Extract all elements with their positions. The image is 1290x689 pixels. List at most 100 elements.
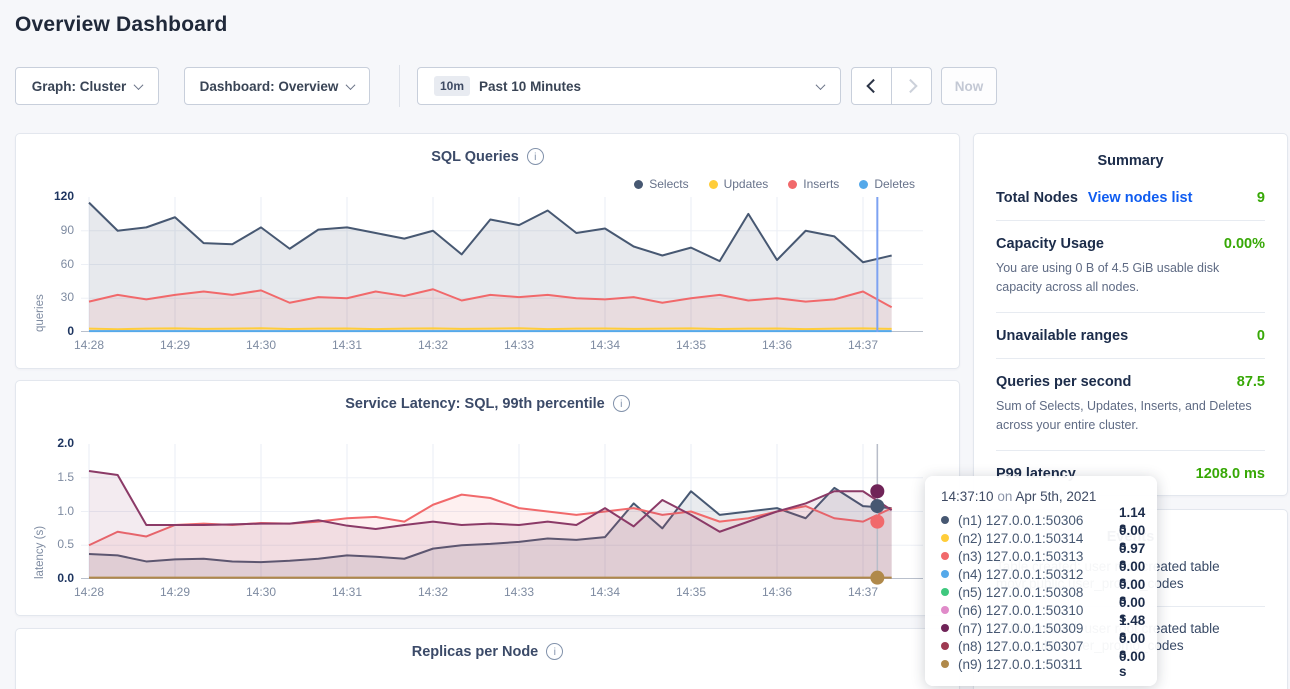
chevron-down-icon <box>134 80 144 90</box>
legend-item-inserts[interactable]: Inserts <box>788 177 839 191</box>
total-nodes-label: Total Nodes <box>996 190 1078 206</box>
y-tick: 0.0 <box>30 571 74 585</box>
dashboard-dropdown[interactable]: Dashboard: Overview <box>184 67 370 105</box>
x-tick: 14:32 <box>409 585 457 599</box>
chevron-left-icon <box>866 79 880 93</box>
node-color-dot <box>941 588 949 596</box>
y-tick: 30 <box>30 290 74 304</box>
x-tick: 14:34 <box>581 338 629 352</box>
sql-queries-title: SQL Queries <box>431 149 519 165</box>
overview-dashboard-page: { "page": { "title": "Overview Dashboard… <box>0 0 1290 689</box>
legend-dot <box>709 180 718 189</box>
service-latency-title-row: Service Latency: SQL, 99th percentile i <box>16 395 959 412</box>
replicas-title: Replicas per Node <box>412 644 539 660</box>
toolbar-divider <box>399 65 400 107</box>
next-time-button[interactable] <box>891 68 931 104</box>
dashboard-dropdown-label: Dashboard: Overview <box>200 79 339 94</box>
x-tick: 14:35 <box>667 585 715 599</box>
time-step-buttons <box>851 67 932 105</box>
node-address: (n5) 127.0.0.1:50308 <box>958 585 1110 600</box>
chevron-right-icon <box>903 79 917 93</box>
summary-row-capacity: Capacity Usage 0.00% You are using 0 B o… <box>996 221 1265 313</box>
y-tick: 1.0 <box>30 504 74 518</box>
node-color-dot <box>941 552 949 560</box>
info-icon[interactable]: i <box>546 643 563 660</box>
node-color-dot <box>941 570 949 578</box>
unavailable-ranges-value: 0 <box>1257 328 1265 344</box>
replicas-title-row: Replicas per Node i <box>16 643 959 660</box>
unavailable-ranges-label: Unavailable ranges <box>996 328 1128 344</box>
queries-per-second-description: Sum of Selects, Updates, Inserts, and De… <box>996 397 1265 436</box>
x-tick: 14:36 <box>753 585 801 599</box>
y-tick: 2.0 <box>30 436 74 450</box>
page-title: Overview Dashboard <box>15 13 228 37</box>
node-address: (n7) 127.0.0.1:50309 <box>958 621 1110 636</box>
y-tick: 0 <box>30 324 74 338</box>
summary-card: Summary Total Nodes View nodes list 9 Ca… <box>973 133 1288 496</box>
x-tick: 14:37 <box>839 585 887 599</box>
chart-hover-tooltip: 14:37:10 on Apr 5th, 2021 (n1) 127.0.0.1… <box>925 476 1157 686</box>
x-tick: 14:33 <box>495 338 543 352</box>
x-tick: 14:28 <box>65 585 113 599</box>
tooltip-node-row: (n1) 127.0.0.1:503061.14 s <box>941 511 1141 529</box>
y-tick: 0.5 <box>30 537 74 551</box>
node-address: (n6) 127.0.0.1:50310 <box>958 603 1110 618</box>
y-tick: 90 <box>30 223 74 237</box>
view-nodes-list-link[interactable]: View nodes list <box>1088 190 1193 206</box>
p99-latency-value: 1208.0 ms <box>1196 466 1265 482</box>
x-tick: 14:32 <box>409 338 457 352</box>
previous-time-button[interactable] <box>852 68 891 104</box>
legend-label: Updates <box>724 177 769 191</box>
x-tick: 14:31 <box>323 338 371 352</box>
capacity-usage-description: You are using 0 B of 4.5 GiB usable disk… <box>996 259 1265 298</box>
x-tick: 14:35 <box>667 338 715 352</box>
node-address: (n1) 127.0.0.1:50306 <box>958 513 1110 528</box>
info-icon[interactable]: i <box>527 148 544 165</box>
node-address: (n3) 127.0.0.1:50313 <box>958 549 1110 564</box>
sql-queries-legend: Selects Updates Inserts Deletes <box>634 177 915 191</box>
graph-dropdown-label: Graph: Cluster <box>32 79 127 94</box>
info-icon[interactable]: i <box>613 395 630 412</box>
tooltip-node-row: (n4) 127.0.0.1:503120.00 s <box>941 565 1141 583</box>
queries-per-second-value: 87.5 <box>1237 374 1265 390</box>
legend-item-updates[interactable]: Updates <box>709 177 769 191</box>
x-tick: 14:30 <box>237 338 285 352</box>
node-address: (n2) 127.0.0.1:50314 <box>958 531 1110 546</box>
node-color-dot <box>941 642 949 650</box>
x-tick: 14:37 <box>839 338 887 352</box>
x-tick: 14:33 <box>495 585 543 599</box>
x-tick: 14:36 <box>753 338 801 352</box>
node-color-dot <box>941 516 949 524</box>
now-button[interactable]: Now <box>941 67 997 105</box>
tooltip-node-row: (n8) 127.0.0.1:503070.00 s <box>941 637 1141 655</box>
graph-dropdown[interactable]: Graph: Cluster <box>15 67 159 105</box>
sql-queries-title-row: SQL Queries i <box>16 148 959 165</box>
legend-item-deletes[interactable]: Deletes <box>859 177 915 191</box>
legend-dot <box>634 180 643 189</box>
legend-label: Deletes <box>874 177 915 191</box>
time-range-label: Past 10 Minutes <box>479 79 581 94</box>
service-latency-chart[interactable] <box>81 444 923 581</box>
summary-row-qps: Queries per second 87.5 Sum of Selects, … <box>996 359 1265 451</box>
node-address: (n9) 127.0.0.1:50311 <box>958 657 1110 672</box>
sql-queries-chart[interactable] <box>81 197 923 334</box>
legend-label: Selects <box>649 177 688 191</box>
x-tick: 14:29 <box>151 338 199 352</box>
x-tick: 14:34 <box>581 585 629 599</box>
x-tick: 14:30 <box>237 585 285 599</box>
time-range-dropdown[interactable]: 10m Past 10 Minutes <box>417 67 841 105</box>
node-latency-value: 0.00 s <box>1119 649 1145 679</box>
node-address: (n8) 127.0.0.1:50307 <box>958 639 1110 654</box>
legend-label: Inserts <box>803 177 839 191</box>
capacity-usage-label: Capacity Usage <box>996 236 1104 252</box>
time-range-badge: 10m <box>434 76 470 96</box>
x-tick: 14:31 <box>323 585 371 599</box>
tooltip-node-row: (n2) 127.0.0.1:503140.00 s <box>941 529 1141 547</box>
node-color-dot <box>941 534 949 542</box>
replicas-per-node-card: Replicas per Node i <box>15 628 960 689</box>
sql-queries-card: SQL Queries i Selects Updates Inserts Delet… <box>15 133 960 369</box>
tooltip-node-row: (n5) 127.0.0.1:503080.00 s <box>941 583 1141 601</box>
chevron-down-icon <box>346 80 356 90</box>
total-nodes-value: 9 <box>1257 190 1265 206</box>
legend-item-selects[interactable]: Selects <box>634 177 688 191</box>
